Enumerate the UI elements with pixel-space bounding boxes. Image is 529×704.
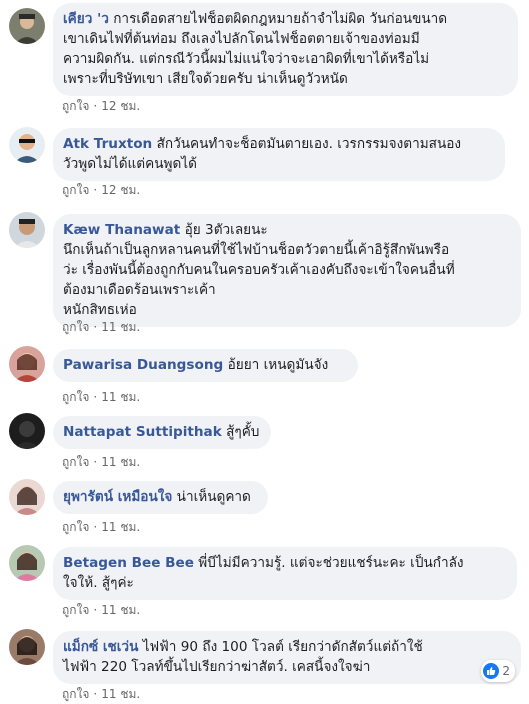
comment-bubble: เคียว 'ว การเดือดสายไฟช็อตผิดกฎหมายถ้าจำ… bbox=[53, 3, 518, 96]
comment-text-line: การเดือดสายไฟช็อตผิดกฎหมายถ้าจำไม่ผิด วั… bbox=[113, 11, 448, 27]
reaction-badge[interactable]: 2 bbox=[481, 660, 515, 682]
timestamp[interactable]: 11 ชม. bbox=[101, 320, 140, 334]
comment-text-line: ใจให้. สู้ๆค่ะ bbox=[63, 575, 134, 591]
reaction-count: 2 bbox=[502, 664, 510, 678]
comment-text-line: ต้องมาเดือดร้อนเพราะเค้า bbox=[63, 282, 216, 298]
avatar[interactable] bbox=[9, 127, 45, 163]
avatar[interactable] bbox=[9, 8, 45, 44]
comment-bubble: Atk Truxton สักวันคนทำจะช็อตมันตายเอง. เ… bbox=[53, 128, 505, 181]
comment-text-line: ไฟฟ้า 220 โวลท์ขึ้นไปเรียกว่าฆ่าสัตว์. เ… bbox=[63, 659, 371, 675]
avatar[interactable] bbox=[9, 346, 45, 382]
comment-text-line: วัวพูดไม่ได้แต่คนพูดได้ bbox=[63, 156, 197, 172]
comment-meta: ถูกใจ · 12 ชม. bbox=[62, 99, 141, 113]
like-link[interactable]: ถูกใจ bbox=[62, 183, 89, 197]
comment-text-line: เพราะที่บริษัทเขา เสียใจด้วยครับ น่าเห็น… bbox=[63, 71, 348, 87]
thumbs-up-icon bbox=[483, 663, 500, 679]
comment-bubble: Pawarisa Duangsong อ้ยยา เหนดูมันจัง bbox=[53, 349, 358, 382]
comment-text-line: ไฟฟ้า 90 ถึง 100 โวลต์ เรียกว่าดักสัตว์แ… bbox=[142, 639, 423, 655]
comment-text-line: สักวันคนทำจะช็อตมันตายเอง. เวรกรรมจงตามส… bbox=[156, 136, 462, 152]
comment-text-line: น่าเห็นดูคาด bbox=[176, 489, 251, 505]
comment-bubble: ยุพารัตน์ เหมือนใจ น่าเห็นดูคาด bbox=[53, 481, 268, 514]
comment-text-line: สู้ๆคั้บ bbox=[226, 424, 260, 440]
timestamp[interactable]: 12 ชม. bbox=[101, 99, 140, 113]
comment-author[interactable]: Betagen Bee Bee bbox=[63, 555, 194, 571]
avatar[interactable] bbox=[9, 629, 45, 665]
comment-author[interactable]: Pawarisa Duangsong bbox=[63, 357, 223, 373]
comment-bubble: Kæw Thanawat อุ้ย 3ตัวเลยนะ นึกเห็นถ้าเป… bbox=[53, 214, 521, 327]
comment-author[interactable]: Kæw Thanawat bbox=[63, 222, 180, 238]
comment-author[interactable]: แม็กซ์ เชเว่น bbox=[63, 639, 138, 655]
comment-meta: ถูกใจ · 11 ชม. bbox=[62, 687, 141, 701]
timestamp[interactable]: 11 ชม. bbox=[101, 455, 140, 469]
like-link[interactable]: ถูกใจ bbox=[62, 520, 89, 534]
comment-text-line: อุ้ย 3ตัวเลยนะ bbox=[184, 222, 268, 238]
like-link[interactable]: ถูกใจ bbox=[62, 455, 89, 469]
timestamp[interactable]: 11 ชม. bbox=[101, 390, 140, 404]
comment-bubble: Nattapat Suttipithak สู้ๆคั้บ bbox=[53, 416, 271, 449]
avatar[interactable] bbox=[9, 413, 45, 449]
comment-text-line: พี่บีไม่มีความรู้. แต่จะช่วยแชร์นะคะ เป็… bbox=[198, 555, 464, 571]
comment-author[interactable]: Atk Truxton bbox=[63, 136, 152, 152]
like-link[interactable]: ถูกใจ bbox=[62, 603, 89, 617]
comment-text-line: ความผิดกัน. แต่กรณีวัวนี้ผมไม่แน่ใจว่าจะ… bbox=[63, 51, 430, 67]
comment-author[interactable]: เคียว 'ว bbox=[63, 11, 109, 27]
comment-meta: ถูกใจ · 12 ชม. bbox=[62, 183, 141, 197]
comment-meta: ถูกใจ · 11 ชม. bbox=[62, 520, 141, 534]
comment-bubble: Betagen Bee Bee พี่บีไม่มีความรู้. แต่จะ… bbox=[53, 547, 517, 600]
like-link[interactable]: ถูกใจ bbox=[62, 390, 89, 404]
avatar[interactable] bbox=[9, 212, 45, 248]
timestamp[interactable]: 12 ชม. bbox=[101, 183, 140, 197]
comment-author[interactable]: Nattapat Suttipithak bbox=[63, 424, 222, 440]
comment-text-line: เขาเดินไฟที่ต้นท่อม ถึงเลงไปลักโดนไฟช็อต… bbox=[63, 31, 420, 47]
comment-text-line: หนักสิทธเห่อ bbox=[63, 302, 137, 318]
comment-author[interactable]: ยุพารัตน์ เหมือนใจ bbox=[63, 489, 172, 505]
like-link[interactable]: ถูกใจ bbox=[62, 99, 89, 113]
avatar[interactable] bbox=[9, 545, 45, 581]
timestamp[interactable]: 11 ชม. bbox=[101, 603, 140, 617]
avatar[interactable] bbox=[9, 479, 45, 515]
comment-meta: ถูกใจ · 11 ชม. bbox=[62, 390, 141, 404]
comment-text-line: นึกเห็นถ้าเป็นลูกหลานคนที่ใช้ไฟบ้านช็อตว… bbox=[63, 242, 450, 258]
like-link[interactable]: ถูกใจ bbox=[62, 320, 89, 334]
timestamp[interactable]: 11 ชม. bbox=[101, 520, 140, 534]
comment-meta: ถูกใจ · 11 ชม. bbox=[62, 320, 141, 334]
comment-meta: ถูกใจ · 11 ชม. bbox=[62, 455, 141, 469]
comment-text-line: ว่ะ เรื่องพันนี้ต้องถูกกับคนในครอบครัวเค… bbox=[63, 262, 455, 278]
comment-meta: ถูกใจ · 11 ชม. bbox=[62, 603, 141, 617]
comment-text-line: อ้ยยา เหนดูมันจัง bbox=[227, 357, 329, 373]
comment-bubble: แม็กซ์ เชเว่น ไฟฟ้า 90 ถึง 100 โวลต์ เรี… bbox=[53, 631, 521, 684]
